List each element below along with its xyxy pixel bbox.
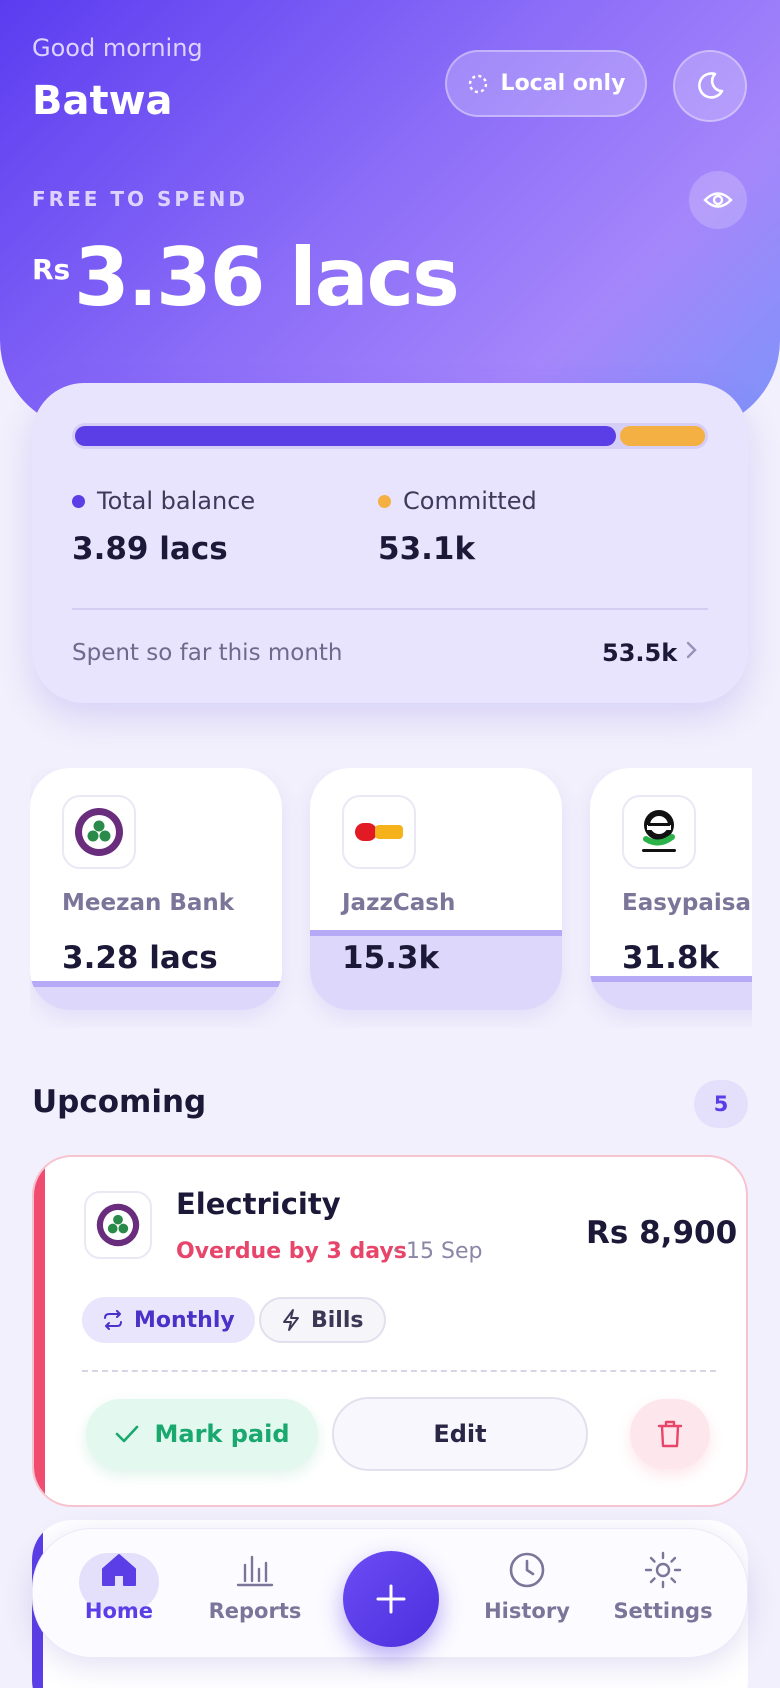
local-only-label: Local only — [500, 71, 626, 96]
edit-button[interactable]: Edit — [332, 1397, 588, 1471]
total-dot — [72, 494, 85, 508]
account-fill — [590, 976, 752, 1010]
bottom-navigation: Home Reports History Settings — [32, 1528, 748, 1658]
account-card-jazzcash[interactable]: JazzCash 15.3k — [310, 768, 562, 1010]
bill-amount: Rs 8,900 — [586, 1215, 738, 1251]
account-balance: 15.3k — [342, 940, 440, 976]
theme-toggle-button[interactable] — [673, 50, 747, 122]
repeat-label: Monthly — [134, 1307, 235, 1333]
total-balance-label: Total balance — [97, 487, 256, 515]
nav-reports[interactable]: Reports — [195, 1551, 315, 1623]
bolt-icon — [283, 1309, 299, 1331]
category-label: Bills — [311, 1307, 364, 1333]
account-card-easypaisa[interactable]: Easypaisa 31.8k — [590, 768, 752, 1010]
nav-settings-label: Settings — [613, 1599, 713, 1623]
sun-icon — [644, 1551, 682, 1589]
chevron-right-icon[interactable] — [684, 639, 700, 667]
check-icon — [116, 1425, 139, 1443]
account-name: Easypaisa — [622, 890, 751, 916]
currency-symbol: Rs — [32, 253, 71, 286]
accounts-carousel[interactable]: Meezan Bank 3.28 lacs JazzCash 15.3k Eas… — [30, 768, 752, 1028]
account-fill — [30, 981, 282, 1010]
local-only-button[interactable]: Local only — [445, 50, 647, 117]
user-name: Batwa — [32, 78, 173, 124]
meezan-logo — [84, 1191, 152, 1259]
total-balance-legend: Total balance — [72, 487, 255, 515]
committed-label: Committed — [403, 487, 537, 515]
account-card-meezan[interactable]: Meezan Bank 3.28 lacs — [30, 768, 282, 1010]
total-balance-value: 3.89 lacs — [72, 531, 228, 567]
account-name: JazzCash — [342, 890, 456, 916]
bill-overdue-status: Overdue by 3 days — [176, 1239, 407, 1264]
bill-divider — [82, 1370, 716, 1372]
easypaisa-logo — [622, 795, 696, 869]
toggle-visibility-button[interactable] — [689, 171, 747, 229]
overdue-strip — [34, 1157, 45, 1505]
spent-this-month-label[interactable]: Spent so far this month — [72, 640, 343, 666]
committed-dot — [378, 494, 391, 508]
balance-progress-bar — [72, 423, 708, 449]
delete-button[interactable] — [630, 1399, 710, 1469]
bill-title: Electricity — [176, 1187, 341, 1221]
clock-icon — [509, 1552, 545, 1588]
mark-paid-label: Mark paid — [154, 1420, 290, 1448]
eye-icon — [703, 192, 733, 208]
trash-icon — [657, 1420, 683, 1448]
jazzcash-logo — [342, 795, 416, 869]
add-transaction-button[interactable] — [343, 1551, 439, 1647]
balance-card: Total balance 3.89 lacs Committed 53.1k … — [32, 383, 748, 703]
account-balance: 3.28 lacs — [62, 940, 218, 976]
nav-reports-label: Reports — [208, 1599, 302, 1623]
mark-paid-button[interactable]: Mark paid — [86, 1399, 318, 1469]
bill-card-electricity[interactable]: Electricity Overdue by 3 days · 15 Sep R… — [32, 1155, 748, 1507]
category-chip: Bills — [259, 1297, 386, 1343]
sync-icon — [468, 74, 487, 93]
hero-header — [0, 0, 780, 430]
spent-this-month-value[interactable]: 53.5k — [602, 639, 677, 667]
free-to-spend-amount: 3.36 lacs — [74, 231, 460, 324]
bill-due-date: · 15 Sep — [392, 1239, 483, 1264]
free-to-spend-label: FREE TO SPEND — [32, 187, 249, 211]
chart-icon — [236, 1555, 274, 1587]
nav-home[interactable]: Home — [59, 1551, 179, 1623]
repeat-chip: Monthly — [82, 1297, 255, 1343]
committed-value: 53.1k — [378, 531, 476, 567]
committed-segment — [620, 426, 705, 446]
plus-icon — [376, 1584, 406, 1614]
moon-icon — [698, 72, 724, 99]
upcoming-title: Upcoming — [32, 1084, 207, 1120]
nav-history-label: History — [484, 1599, 570, 1623]
repeat-icon — [104, 1310, 122, 1330]
balance-divider — [72, 608, 708, 610]
home-icon — [102, 1554, 136, 1586]
meezan-logo — [62, 795, 136, 869]
account-name: Meezan Bank — [62, 890, 235, 916]
nav-history[interactable]: History — [467, 1551, 587, 1623]
available-segment — [75, 426, 616, 446]
account-balance: 31.8k — [622, 940, 720, 976]
committed-legend: Committed — [378, 487, 537, 515]
nav-settings[interactable]: Settings — [603, 1551, 723, 1623]
greeting: Good morning — [32, 34, 203, 62]
edit-label: Edit — [433, 1420, 487, 1448]
upcoming-count-badge: 5 — [694, 1080, 748, 1128]
nav-home-label: Home — [84, 1599, 154, 1623]
